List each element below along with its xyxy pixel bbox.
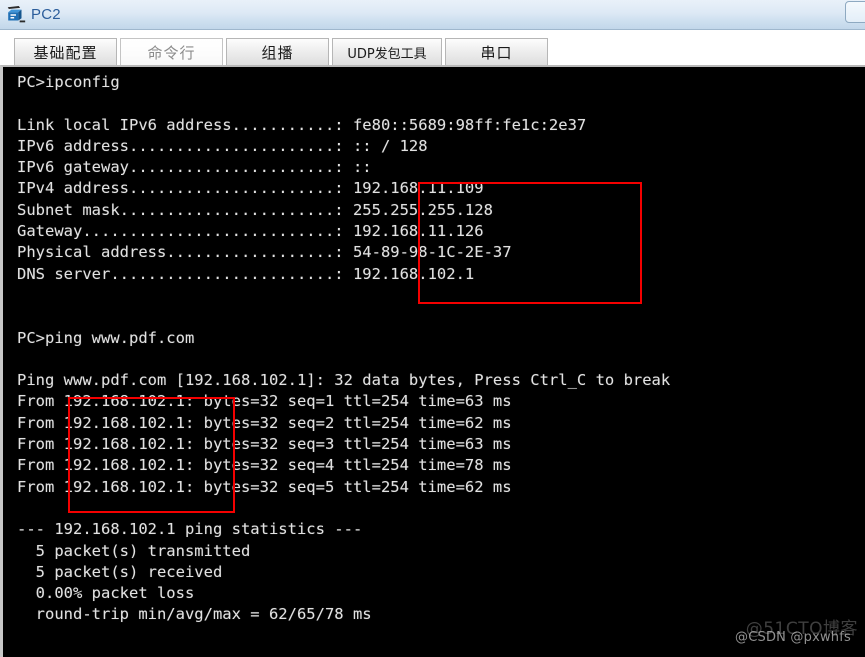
console-line: From 192.168.102.1: bytes=32 seq=1 ttl=2… bbox=[17, 392, 512, 411]
console-line: --- 192.168.102.1 ping statistics --- bbox=[17, 520, 363, 539]
console-text-area: PC>ipconfig Link local IPv6 address.....… bbox=[3, 67, 865, 626]
tab-bar: 基础配置 命令行 组播 UDP发包工具 串口 bbox=[0, 31, 865, 65]
console-line: Link local IPv6 address...........: fe80… bbox=[17, 115, 587, 134]
console-line: DNS server........................: 192.… bbox=[17, 264, 475, 283]
console-line: Physical address..................: 54-8… bbox=[17, 243, 512, 262]
console-line: 0.00% packet loss bbox=[17, 584, 195, 603]
console-line: 5 packet(s) transmitted bbox=[17, 541, 251, 560]
tab-multicast[interactable]: 组播 bbox=[226, 38, 329, 65]
window-control-button[interactable] bbox=[845, 1, 865, 23]
console-line: From 192.168.102.1: bytes=32 seq=2 ttl=2… bbox=[17, 413, 512, 432]
tab-command-line-label: 命令行 bbox=[147, 43, 196, 62]
console-line: Gateway...........................: 192.… bbox=[17, 222, 484, 241]
console-output-panel[interactable]: PC>ipconfig Link local IPv6 address.....… bbox=[0, 65, 865, 657]
window-titlebar: PC2 bbox=[0, 0, 865, 30]
tab-serial-port[interactable]: 串口 bbox=[445, 38, 548, 65]
tab-basic-config-label: 基础配置 bbox=[33, 43, 98, 62]
console-line: IPv6 address......................: :: /… bbox=[17, 136, 428, 155]
emulator-window: PC2 基础配置 命令行 组播 UDP发包工具 串口 PC>ipconfig L… bbox=[0, 0, 865, 657]
console-line: From 192.168.102.1: bytes=32 seq=3 ttl=2… bbox=[17, 435, 512, 454]
console-line: PC>ping www.pdf.com bbox=[17, 328, 195, 347]
console-line: Subnet mask.......................: 255.… bbox=[17, 200, 493, 219]
tab-serial-port-label: 串口 bbox=[480, 43, 513, 62]
console-line: IPv4 address......................: 192.… bbox=[17, 179, 484, 198]
console-line: PC>ipconfig bbox=[17, 73, 120, 91]
console-line: From 192.168.102.1: bytes=32 seq=4 ttl=2… bbox=[17, 456, 512, 475]
console-line: From 192.168.102.1: bytes=32 seq=5 ttl=2… bbox=[17, 477, 512, 496]
console-line: Ping www.pdf.com [192.168.102.1]: 32 dat… bbox=[17, 371, 671, 390]
window-title: PC2 bbox=[31, 6, 61, 23]
console-line: IPv6 gateway......................: :: bbox=[17, 158, 372, 177]
console-line: round-trip min/avg/max = 62/65/78 ms bbox=[17, 605, 372, 624]
tab-command-line[interactable]: 命令行 bbox=[120, 38, 223, 65]
watermark-csdn: @CSDN @pxwhfs bbox=[735, 630, 851, 645]
tab-udp-tool[interactable]: UDP发包工具 bbox=[332, 38, 442, 65]
tab-udp-tool-label: UDP发包工具 bbox=[347, 46, 427, 62]
tab-basic-config[interactable]: 基础配置 bbox=[14, 38, 117, 65]
network-pc-icon bbox=[7, 5, 26, 22]
console-line: 5 packet(s) received bbox=[17, 562, 223, 581]
tab-multicast-label: 组播 bbox=[261, 43, 294, 62]
